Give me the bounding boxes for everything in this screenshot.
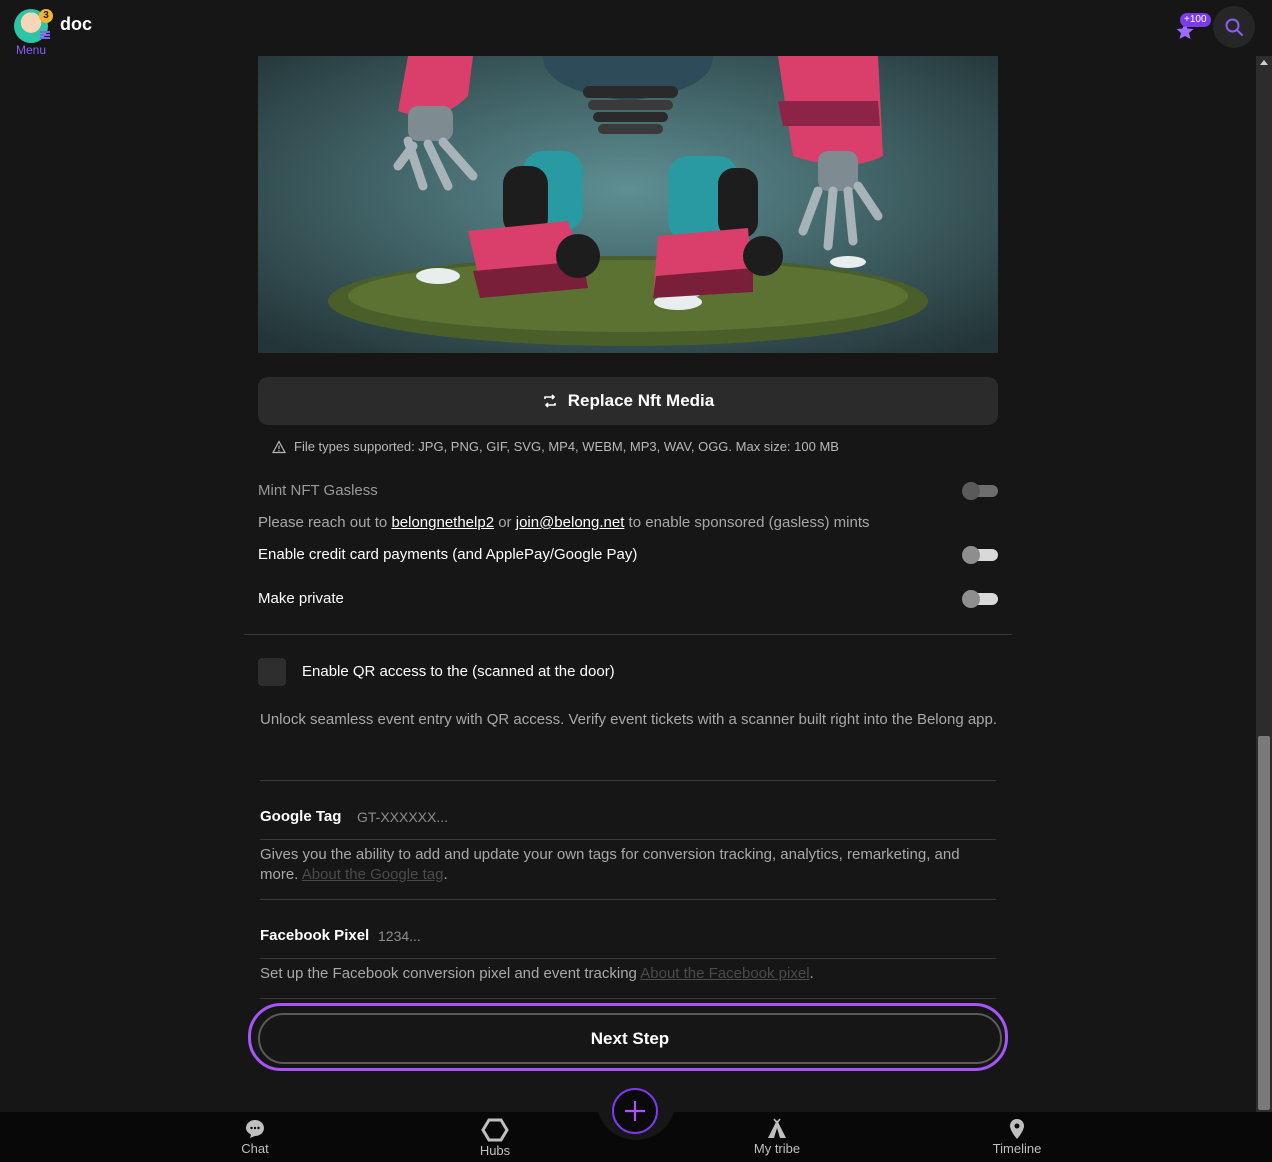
facebook-pixel-period: . [809, 965, 814, 982]
menu-icon[interactable] [40, 31, 50, 39]
nft-media-preview [258, 56, 998, 353]
mint-gasless-toggle[interactable] [962, 482, 998, 500]
facebook-pixel-description-text: Set up the Facebook conversion pixel and… [260, 965, 637, 982]
notification-badge: 3 [39, 9, 53, 23]
create-button[interactable] [612, 1088, 658, 1134]
google-tag-divider [260, 839, 996, 840]
scroll-thumb[interactable] [1258, 736, 1270, 1110]
search-button[interactable] [1213, 6, 1255, 48]
google-tag-period: . [443, 866, 448, 883]
search-icon [1225, 18, 1243, 36]
facebook-pixel-label: Facebook Pixel [260, 927, 370, 944]
app-title: doc [60, 14, 93, 34]
nav-my-tribe-label: My tribe [753, 1141, 801, 1156]
warning-icon [272, 439, 286, 453]
nav-chat-label: Chat [241, 1141, 269, 1156]
mint-gasless-label: Mint NFT Gasless [258, 482, 378, 499]
location-pin-icon [1010, 1119, 1024, 1139]
make-private-toggle[interactable] [962, 590, 998, 608]
facebook-pixel-section-divider [260, 998, 996, 999]
belong-help-link[interactable]: belongnethelp2 [391, 514, 494, 531]
qr-access-description: Unlock seamless event entry with QR acce… [260, 711, 998, 728]
facebook-pixel-description: Set up the Facebook conversion pixel and… [260, 964, 990, 984]
robot-nft-image [258, 56, 998, 353]
nav-hubs-label: Hubs [479, 1143, 511, 1158]
join-email-link[interactable]: join@belong.net [516, 514, 625, 531]
gasless-note-prefix: Please reach out to [258, 514, 388, 531]
replace-nft-media-label: Replace Nft Media [567, 391, 715, 410]
nav-timeline[interactable]: Timeline [977, 1118, 1057, 1156]
facebook-pixel-input[interactable]: 1234... [378, 928, 421, 944]
chat-bubble-icon [246, 1120, 264, 1138]
credit-card-label: Enable credit card payments (and ApplePa… [258, 546, 638, 563]
nav-chat[interactable]: Chat [215, 1118, 295, 1156]
next-step-label: Next Step [590, 1028, 670, 1048]
nav-timeline-label: Timeline [992, 1141, 1042, 1156]
nav-hubs[interactable]: Hubs [455, 1118, 535, 1158]
facebook-pixel-divider [260, 958, 996, 959]
google-tag-help-link[interactable]: About the Google tag [302, 866, 444, 883]
top-bar: 3 Menu doc +100 [0, 0, 1256, 57]
replace-nft-media-button[interactable]: Replace Nft Media [258, 377, 998, 425]
section-divider [244, 634, 1012, 635]
points-badge: +100 [1180, 13, 1211, 27]
file-types-note: File types supported: JPG, PNG, GIF, SVG… [272, 439, 839, 454]
hubs-hexagon-icon [481, 1118, 509, 1142]
gasless-note-middle: or [498, 514, 512, 531]
scroll-up-arrow-icon[interactable] [1260, 60, 1268, 65]
menu-label[interactable]: Menu [16, 43, 46, 57]
swap-icon [543, 394, 556, 408]
credit-card-toggle[interactable] [962, 546, 998, 564]
tent-icon [768, 1118, 786, 1138]
next-step-button[interactable]: Next Step [258, 1013, 1002, 1064]
plus-icon [625, 1101, 645, 1121]
qr-divider [260, 780, 996, 781]
google-tag-input[interactable]: GT-XXXXXX... [357, 809, 448, 825]
google-tag-section-divider [260, 899, 996, 900]
gasless-note-suffix: to enable sponsored (gasless) mints [628, 514, 870, 531]
file-types-text: File types supported: JPG, PNG, GIF, SVG… [294, 439, 839, 454]
nav-my-tribe[interactable]: My tribe [737, 1118, 817, 1156]
google-tag-description: Gives you the ability to add and update … [260, 845, 990, 885]
qr-access-checkbox[interactable] [258, 658, 286, 686]
make-private-label: Make private [258, 590, 344, 607]
page-scrollbar[interactable] [1256, 56, 1272, 1112]
gasless-note: Please reach out to belongnethelp2 or jo… [258, 514, 870, 531]
facebook-pixel-help-link[interactable]: About the Facebook pixel [640, 965, 809, 982]
qr-access-label[interactable]: Enable QR access to the (scanned at the … [302, 663, 615, 680]
google-tag-label: Google Tag [260, 808, 342, 825]
